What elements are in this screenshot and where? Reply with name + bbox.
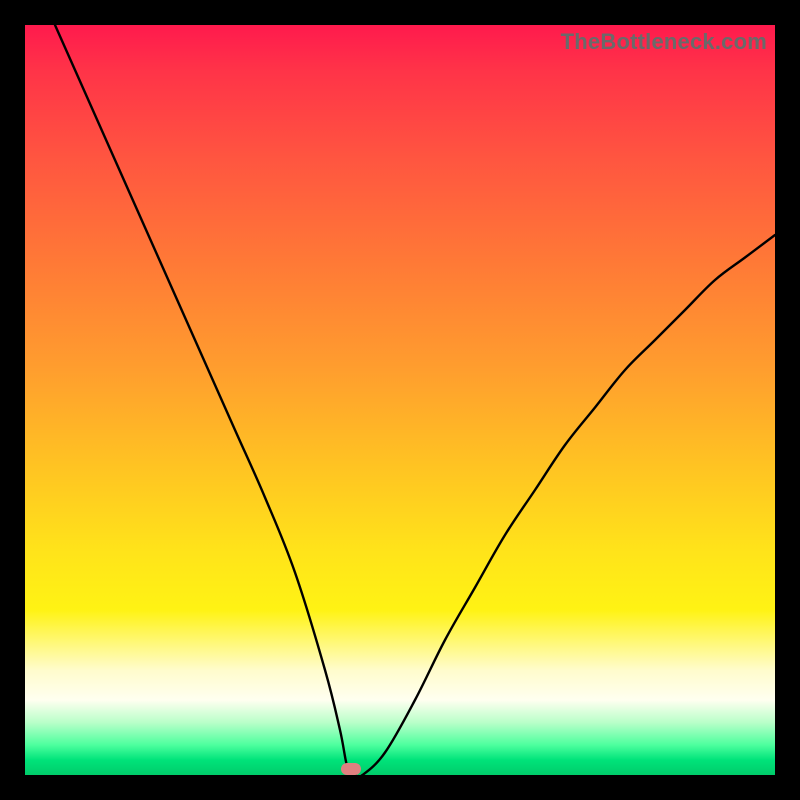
bottleneck-curve xyxy=(25,25,775,775)
chart-frame: TheBottleneck.com xyxy=(0,0,800,800)
optimal-point-marker xyxy=(341,763,361,775)
plot-area: TheBottleneck.com xyxy=(25,25,775,775)
